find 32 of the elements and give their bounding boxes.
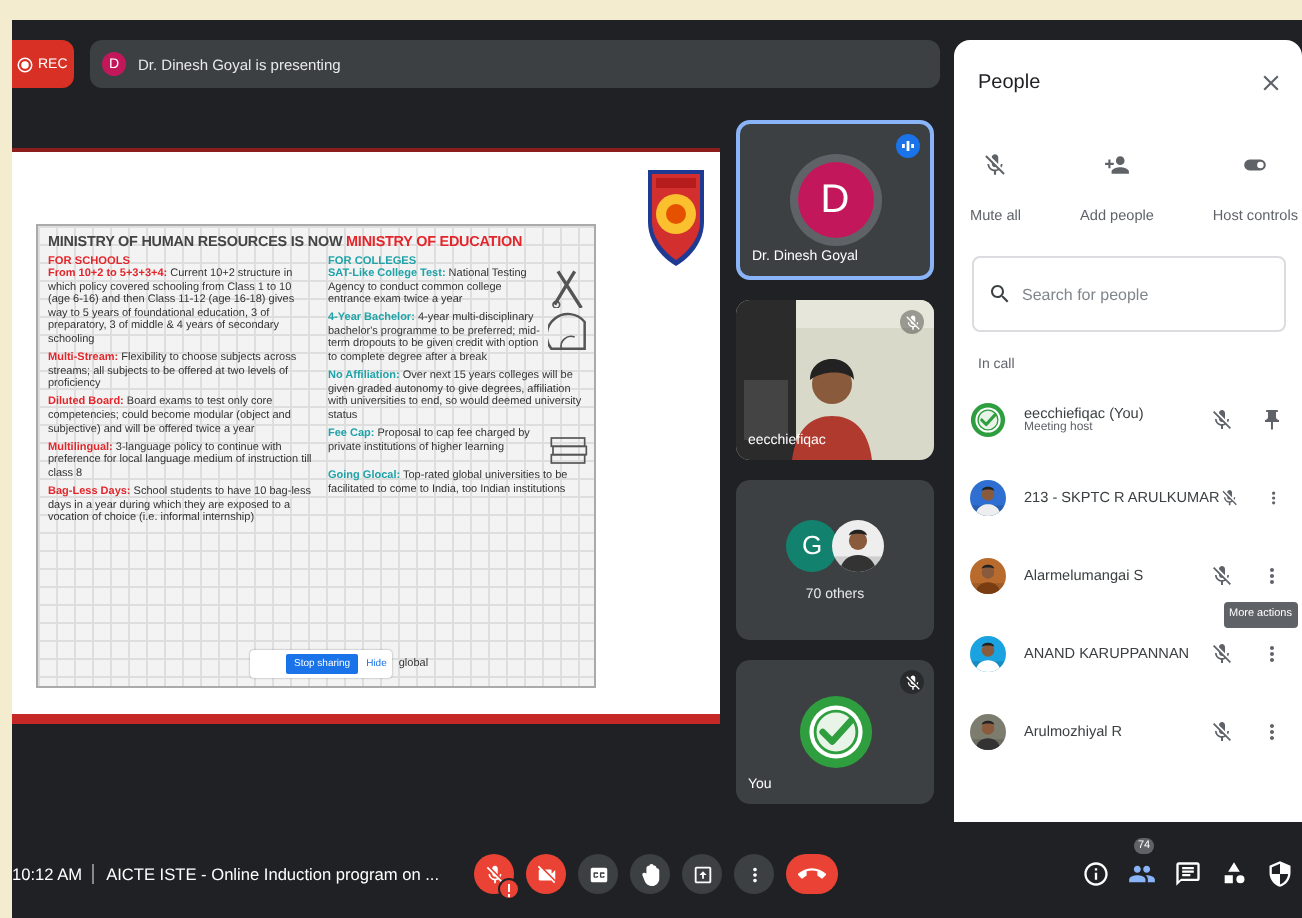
pin-icon[interactable] bbox=[1260, 407, 1284, 431]
shapes-icon[interactable] bbox=[1220, 860, 1248, 888]
meeting-time: 10:12 AM bbox=[12, 864, 95, 884]
mic-off-icon bbox=[483, 863, 505, 885]
diploma-drawing bbox=[548, 268, 588, 308]
people-icon[interactable] bbox=[1128, 860, 1156, 888]
hand-icon bbox=[639, 863, 661, 885]
participant-avatar: D bbox=[797, 162, 873, 238]
present-button[interactable] bbox=[682, 854, 722, 894]
crest-logo-icon bbox=[644, 166, 708, 270]
mic-off-icon bbox=[982, 152, 1009, 178]
camera-button[interactable] bbox=[526, 854, 566, 894]
camera-off-icon bbox=[535, 863, 557, 885]
participant-avatar: G bbox=[786, 519, 838, 571]
add-person-icon bbox=[1103, 152, 1130, 178]
search-field[interactable]: Search for people bbox=[972, 256, 1286, 332]
search-icon bbox=[988, 282, 1012, 306]
panel-title: People bbox=[978, 72, 1041, 94]
chat-icon[interactable] bbox=[1174, 860, 1202, 888]
info-icon[interactable] bbox=[1082, 860, 1110, 888]
checkmark-badge-icon bbox=[970, 401, 1006, 437]
more-options-button[interactable] bbox=[734, 854, 774, 894]
captions-button[interactable] bbox=[578, 854, 618, 894]
meeting-title: AICTE ISTE - Online Induction program on ... bbox=[106, 864, 440, 884]
shield-icon[interactable] bbox=[1266, 860, 1294, 888]
microphone-button[interactable] bbox=[474, 854, 514, 894]
captions-icon bbox=[587, 863, 609, 885]
present-icon bbox=[691, 863, 713, 885]
end-call-button[interactable] bbox=[786, 854, 838, 894]
protractor-drawing bbox=[548, 312, 588, 353]
raise-hand-button[interactable] bbox=[630, 854, 670, 894]
close-icon[interactable] bbox=[1258, 70, 1284, 96]
